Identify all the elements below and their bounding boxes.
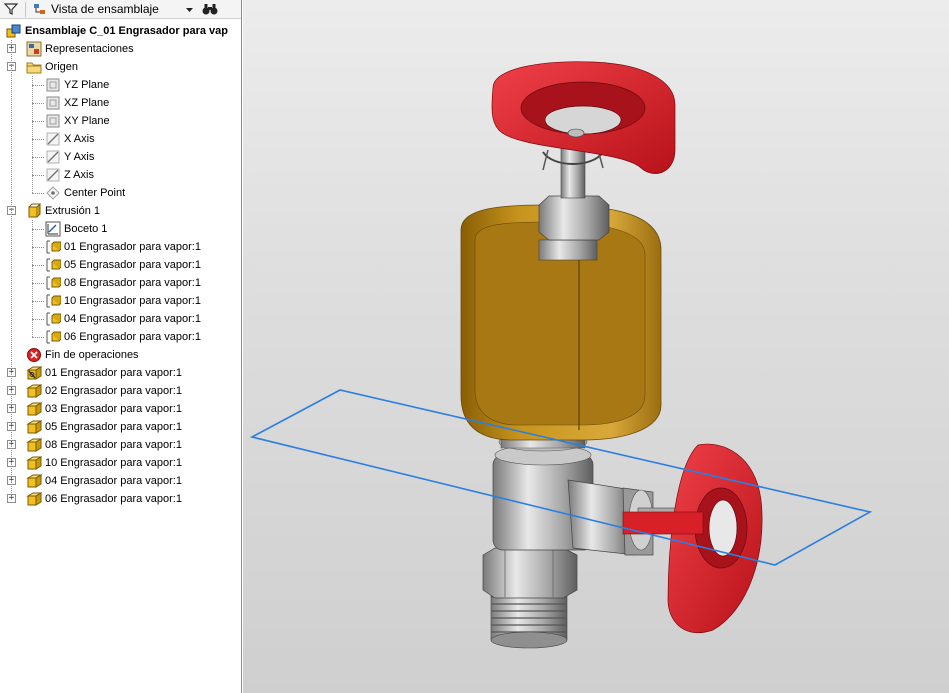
tree-item-component-7[interactable]: +06 Engrasador para vapor:1 <box>0 490 241 508</box>
end-of-features-icon <box>26 347 42 363</box>
tree-connector-line <box>11 40 12 499</box>
tree-connector-line <box>32 121 44 122</box>
tree-item-component-2[interactable]: +03 Engrasador para vapor:1 <box>0 400 241 418</box>
part-icon <box>26 383 43 399</box>
tree-connector-line <box>32 157 44 158</box>
caret-down-icon[interactable] <box>181 0 198 19</box>
axis-icon <box>45 167 61 183</box>
tree-item-extrusion-part-5-label: 06 Engrasador para vapor:1 <box>64 331 201 343</box>
tree-item-origin-1-label: XZ Plane <box>64 97 110 109</box>
tree-item-component-5-label: 10 Engrasador para vapor:1 <box>45 457 182 469</box>
grounded-part-icon <box>26 365 43 381</box>
tree-item-end-of-features[interactable]: Fin de operaciones <box>0 346 241 364</box>
tree-connector-line <box>32 229 44 230</box>
tree-item-component-6-label: 04 Engrasador para vapor:1 <box>45 475 182 487</box>
tree-connector-line <box>32 301 44 302</box>
tree-item-extrusion-label: Extrusión 1 <box>45 205 101 217</box>
part-icon <box>26 455 43 471</box>
plane-icon <box>45 77 61 93</box>
tree-connector-line <box>32 76 33 193</box>
binoculars-icon[interactable] <box>198 0 222 19</box>
model-browser-panel: Vista de ensamblaje Ensamblaje C_01 Engr… <box>0 0 242 693</box>
tree-item-component-3[interactable]: +05 Engrasador para vapor:1 <box>0 418 241 436</box>
tree-connector-line <box>32 283 44 284</box>
part-icon <box>26 491 43 507</box>
tree-item-extrusion-part-2-label: 08 Engrasador para vapor:1 <box>64 277 201 289</box>
assembly-3d-view <box>249 61 873 649</box>
tree-item-extrusion-part-0-label: 01 Engrasador para vapor:1 <box>64 241 201 253</box>
tree-connector-line <box>32 319 44 320</box>
filter-icon[interactable] <box>0 0 22 19</box>
threaded-nipple <box>490 589 568 649</box>
tree-item-representations[interactable]: + Representaciones <box>0 40 241 58</box>
tree-connector-line <box>32 85 44 86</box>
tree-item-component-7-label: 06 Engrasador para vapor:1 <box>45 493 182 505</box>
representations-icon <box>26 41 42 57</box>
tree-item-origin-label: Origen <box>45 61 79 73</box>
tree-item-origin-5-label: Z Axis <box>64 169 94 181</box>
view-selector[interactable]: Vista de ensamblaje <box>29 0 181 19</box>
sketch-icon <box>45 221 61 237</box>
tree-connector-line <box>32 337 44 338</box>
tree-item-component-1[interactable]: +02 Engrasador para vapor:1 <box>0 382 241 400</box>
assembly-icon <box>6 23 22 39</box>
part-icon <box>26 437 43 453</box>
tree-item-extrusion-part-1-label: 05 Engrasador para vapor:1 <box>64 259 201 271</box>
tree-connector-line <box>32 220 33 337</box>
tree-item-component-0[interactable]: +01 Engrasador para vapor:1 <box>0 364 241 382</box>
tree-root-assembly-label: Ensamblaje C_01 Engrasador para vap <box>25 25 228 37</box>
plane-icon <box>45 113 61 129</box>
tree-item-origin-6-label: Center Point <box>64 187 126 199</box>
part-icon <box>26 401 43 417</box>
part-reference-icon <box>45 293 62 309</box>
tree-item-origin-3-label: X Axis <box>64 133 95 145</box>
tree-item-origin-4-label: Y Axis <box>64 151 95 163</box>
tree-connector-line <box>32 193 44 194</box>
tree-connector-line <box>32 103 44 104</box>
tree-item-extrusion-part-4-label: 04 Engrasador para vapor:1 <box>64 313 201 325</box>
tree-root-assembly[interactable]: Ensamblaje C_01 Engrasador para vap <box>0 22 241 40</box>
tree-connector-line <box>32 139 44 140</box>
axis-icon <box>45 149 61 165</box>
view-selector-label: Vista de ensamblaje <box>51 2 159 16</box>
tree-item-sketch-label: Boceto 1 <box>64 223 108 235</box>
tree-item-component-0-label: 01 Engrasador para vapor:1 <box>45 367 182 379</box>
plane-icon <box>45 95 61 111</box>
tree-item-end-of-features-label: Fin de operaciones <box>45 349 139 361</box>
tree-item-origin[interactable]: − Origen <box>0 58 241 76</box>
tree-item-component-1-label: 02 Engrasador para vapor:1 <box>45 385 182 397</box>
tree-item-origin-2-label: XY Plane <box>64 115 110 127</box>
part-icon <box>26 473 43 489</box>
tree-item-component-3-label: 05 Engrasador para vapor:1 <box>45 421 182 433</box>
folder-icon <box>26 59 42 75</box>
tree-item-component-4[interactable]: +08 Engrasador para vapor:1 <box>0 436 241 454</box>
tree-item-component-5[interactable]: +10 Engrasador para vapor:1 <box>0 454 241 472</box>
tree-item-component-2-label: 03 Engrasador para vapor:1 <box>45 403 182 415</box>
part-reference-icon <box>45 311 62 327</box>
tree-item-extrusion[interactable]: − Extrusión 1 <box>0 202 241 220</box>
axis-icon <box>45 131 61 147</box>
part-reference-icon <box>45 257 62 273</box>
tree-item-origin-0-label: YZ Plane <box>64 79 110 91</box>
point-icon <box>45 185 61 201</box>
part-icon <box>26 419 43 435</box>
part-reference-icon <box>45 239 62 255</box>
tree-item-component-6[interactable]: +04 Engrasador para vapor:1 <box>0 472 241 490</box>
tree-connector-line <box>32 247 44 248</box>
hex-nut <box>482 547 578 599</box>
tree-item-representations-label: Representaciones <box>45 43 134 55</box>
tree-item-extrusion-part-3-label: 10 Engrasador para vapor:1 <box>64 295 201 307</box>
assembly-view-icon <box>34 4 45 14</box>
part-reference-icon <box>45 275 62 291</box>
tree-connector-line <box>32 265 44 266</box>
toolbar-separator <box>25 1 26 17</box>
extrusion-icon <box>26 202 42 219</box>
part-reference-icon <box>45 329 62 345</box>
browser-toolbar: Vista de ensamblaje <box>0 0 241 19</box>
graphics-viewport[interactable] <box>243 0 949 693</box>
tree-connector-line <box>32 175 44 176</box>
tree-item-component-4-label: 08 Engrasador para vapor:1 <box>45 439 182 451</box>
